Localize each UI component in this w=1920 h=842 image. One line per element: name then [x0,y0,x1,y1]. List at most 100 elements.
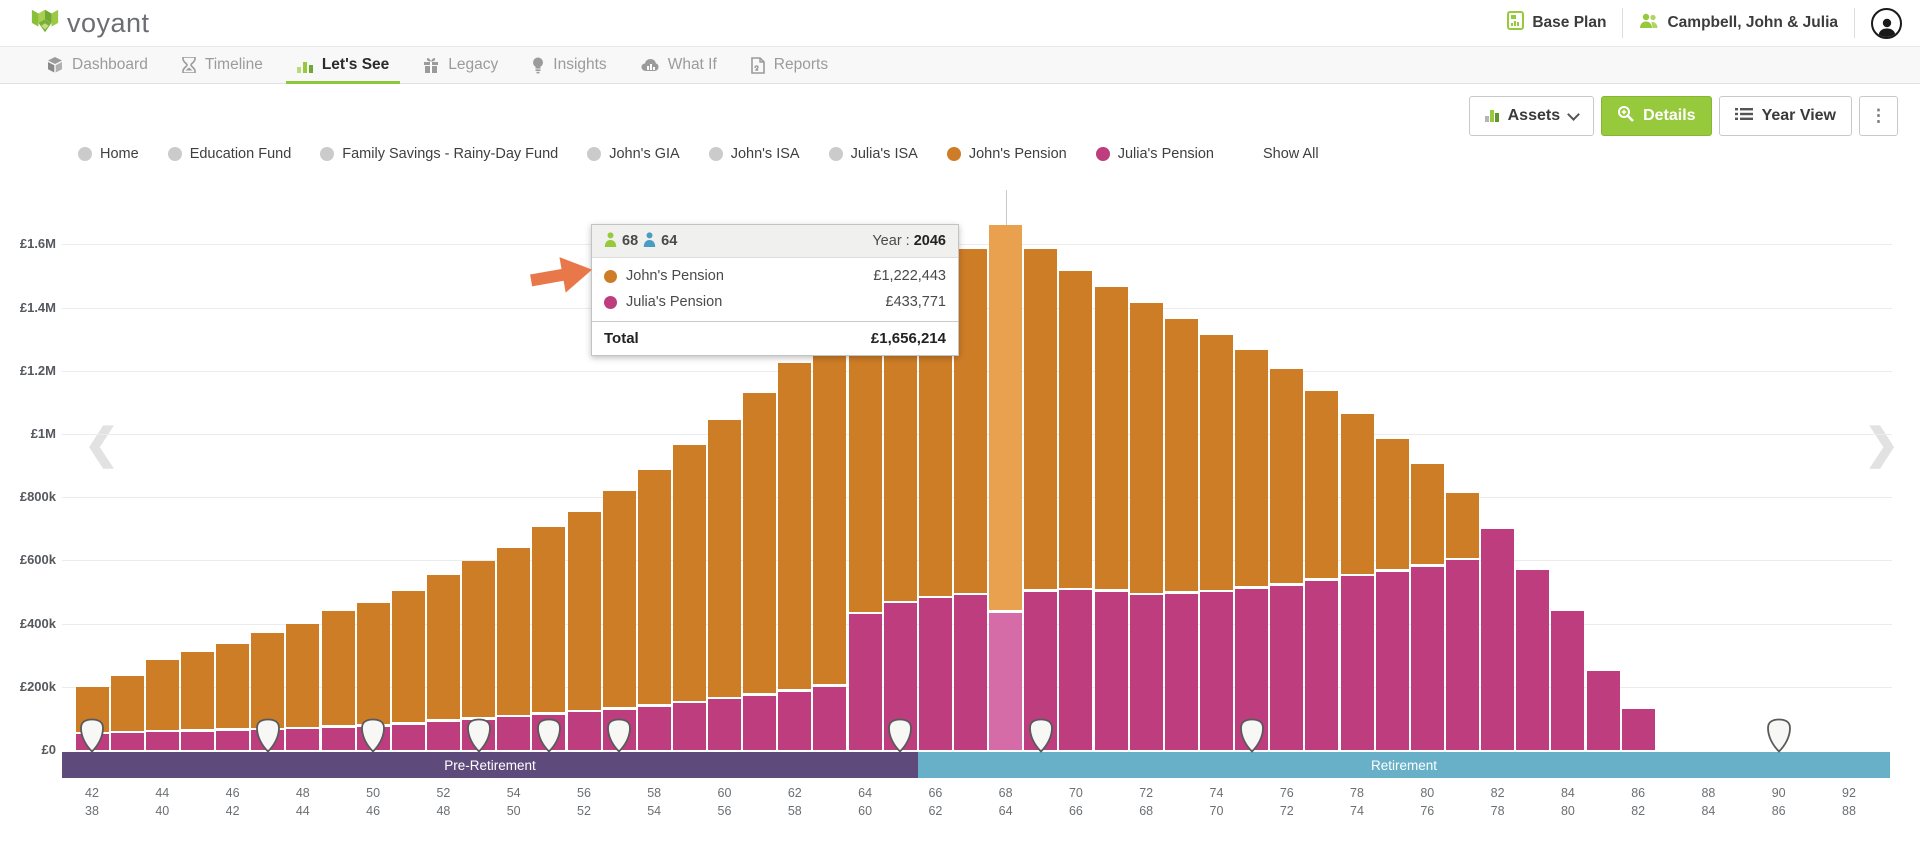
bar-julia-pension-age-66[interactable] [918,598,952,750]
bar-john-pension-age-51[interactable] [391,590,425,724]
bar-john-pension-age-48[interactable] [286,623,320,728]
bar-john-pension-age-56[interactable] [567,511,601,711]
protection-shield-icon-age-55[interactable] [536,718,562,753]
bar-john-pension-age-49[interactable] [321,611,355,727]
bar-julia-pension-age-79[interactable] [1375,571,1409,750]
x-axis-label-john: 66 [928,786,943,800]
protection-shield-icon-age-75[interactable] [1239,718,1265,753]
protection-shield-icon-age-90[interactable] [1766,718,1792,753]
bar-john-pension-age-58[interactable] [637,470,671,706]
bar-john-pension-age-57[interactable] [602,491,636,709]
bar-julia-pension-age-83[interactable] [1516,569,1550,750]
bar-john-pension-age-70[interactable] [1059,271,1093,589]
x-axis-label-john: 44 [155,786,170,800]
bar-julia-pension-age-72[interactable] [1129,595,1163,750]
bar-john-pension-age-63[interactable] [813,337,847,686]
bar-julia-pension-age-78[interactable] [1340,576,1374,750]
x-axis-label-julia: 42 [225,804,240,818]
bar-john-pension-age-77[interactable] [1305,391,1339,580]
bar-julia-pension-age-63[interactable] [813,686,847,750]
protection-shield-icon-age-42[interactable] [79,718,105,753]
bar-john-pension-age-74[interactable] [1200,334,1233,591]
bar-john-pension-age-55[interactable] [532,527,566,714]
bar-john-pension-age-44[interactable] [145,660,179,731]
x-axis-label-john: 48 [295,786,310,800]
bar-john-pension-age-54[interactable] [497,547,531,716]
bar-julia-pension-age-54[interactable] [497,717,531,750]
bar-john-pension-age-71[interactable] [1094,287,1128,591]
bar-john-pension-age-62[interactable] [778,363,812,691]
bar-julia-pension-age-85[interactable] [1586,671,1620,750]
bar-julia-pension-age-77[interactable] [1305,580,1339,750]
bar-julia-pension-age-46[interactable] [216,731,250,750]
bar-john-pension-age-50[interactable] [356,603,390,726]
x-axis-label-julia: 44 [295,804,310,818]
bar-julia-pension-age-59[interactable] [672,703,706,750]
bar-julia-pension-age-70[interactable] [1059,590,1093,750]
bar-john-pension-age-47[interactable] [251,633,285,729]
bar-john-pension-age-68[interactable] [989,225,1023,612]
bar-julia-pension-age-43[interactable] [110,733,144,750]
bar-julia-pension-age-58[interactable] [637,707,671,750]
phase-label: Pre-Retirement [444,757,536,773]
protection-shield-icon-age-69[interactable] [1028,718,1054,753]
bar-john-pension-age-43[interactable] [110,675,144,732]
bar-julia-pension-age-61[interactable] [743,695,777,750]
bar-john-pension-age-53[interactable] [462,560,495,719]
bar-julia-pension-age-86[interactable] [1621,708,1655,750]
bar-julia-pension-age-73[interactable] [1164,593,1198,750]
x-axis-label-julia: 68 [1139,804,1154,818]
bar-john-pension-age-69[interactable] [1024,249,1058,591]
y-axis-label: £1.6M [19,236,56,252]
protection-shield-icon-age-65[interactable] [887,718,913,753]
chart-scroll-left-icon[interactable]: ❮ [84,423,119,465]
chart-scroll-right-icon[interactable]: ❯ [1864,423,1899,465]
bar-julia-pension-age-52[interactable] [426,721,460,750]
bar-john-pension-age-78[interactable] [1340,413,1374,575]
bar-john-pension-age-52[interactable] [426,574,460,721]
x-axis-label-julia: 70 [1209,804,1224,818]
bar-julia-pension-age-62[interactable] [778,691,812,750]
bar-john-pension-age-59[interactable] [672,445,706,702]
bar-julia-pension-age-71[interactable] [1094,592,1128,750]
protection-shield-icon-age-47[interactable] [255,718,281,753]
bar-julia-pension-age-60[interactable] [708,699,741,750]
bar-john-pension-age-60[interactable] [708,419,741,698]
protection-shield-icon-age-50[interactable] [360,718,386,753]
bar-julia-pension-age-81[interactable] [1446,560,1479,750]
bar-julia-pension-age-64[interactable] [848,614,882,750]
bar-julia-pension-age-49[interactable] [321,727,355,750]
bar-julia-pension-age-48[interactable] [286,729,320,750]
bar-john-pension-age-81[interactable] [1446,492,1479,559]
bar-julia-pension-age-84[interactable] [1551,611,1585,750]
bar-john-pension-age-79[interactable] [1375,438,1409,570]
x-axis-label-john: 84 [1560,786,1575,800]
x-axis-label-julia: 50 [506,804,521,818]
bar-julia-pension-age-51[interactable] [391,724,425,750]
bar-john-pension-age-72[interactable] [1129,302,1163,594]
bar-julia-pension-age-67[interactable] [954,595,987,750]
bar-john-pension-age-73[interactable] [1164,318,1198,592]
bar-julia-pension-age-82[interactable] [1481,528,1515,750]
bar-john-pension-age-76[interactable] [1270,369,1304,585]
julia-person-icon [643,231,656,251]
x-axis-label-john: 54 [506,786,521,800]
bar-julia-pension-age-56[interactable] [567,712,601,750]
bar-julia-pension-age-44[interactable] [145,732,179,750]
bar-julia-pension-age-45[interactable] [180,731,214,750]
bar-julia-pension-age-74[interactable] [1200,592,1233,750]
x-axis-label-john: 42 [85,786,99,800]
bar-john-pension-age-75[interactable] [1235,350,1269,588]
bar-john-pension-age-80[interactable] [1410,464,1444,566]
bar-julia-pension-age-76[interactable] [1270,585,1304,750]
bar-julia-pension-age-80[interactable] [1410,566,1444,750]
x-axis-label-john: 52 [436,786,451,800]
bar-john-pension-age-61[interactable] [743,393,777,695]
x-axis-label-john: 50 [366,786,381,800]
protection-shield-icon-age-53[interactable] [466,718,492,753]
bar-john-pension-age-46[interactable] [216,644,250,730]
protection-shield-icon-age-57[interactable] [606,718,632,753]
bar-julia-pension-age-68[interactable] [989,612,1023,750]
bar-john-pension-age-45[interactable] [180,652,214,731]
x-axis-label-john: 86 [1631,786,1646,800]
